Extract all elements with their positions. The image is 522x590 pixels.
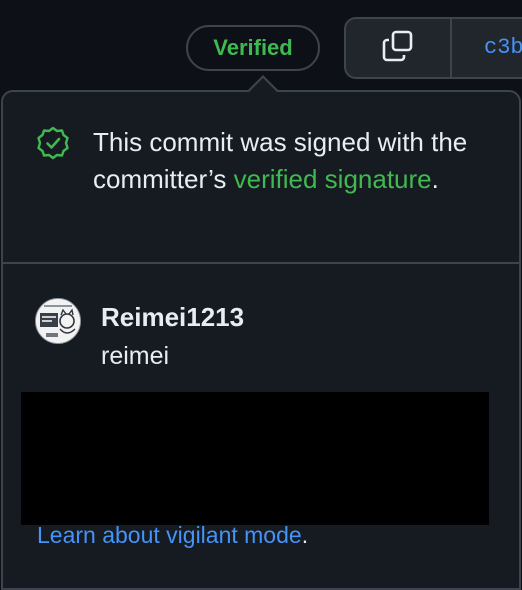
vigilant-mode-note: Learn about vigilant mode.: [37, 522, 308, 549]
verified-shield-icon: [36, 126, 70, 160]
signer-login[interactable]: Reimei1213: [101, 302, 244, 333]
signature-info: This commit was signed with the committe…: [3, 92, 519, 264]
signer-info: Reimei1213 reimei Learn about vigilant m…: [3, 266, 519, 586]
redacted-region: [21, 392, 489, 525]
signature-popover: This commit was signed with the committe…: [1, 90, 521, 590]
avatar[interactable]: [35, 298, 81, 344]
commit-header: Verified c3b This commit was signed with…: [0, 0, 522, 590]
verified-signature-link[interactable]: verified signature: [234, 164, 432, 194]
verified-badge[interactable]: Verified: [186, 25, 320, 71]
popover-caret-fill: [249, 78, 277, 92]
signer-name: reimei: [101, 342, 170, 370]
copy-icon: [381, 29, 415, 68]
commit-sha-link[interactable]: c3b: [452, 19, 522, 77]
commit-actions: c3b: [344, 17, 522, 79]
vigilant-mode-suffix: .: [301, 522, 309, 548]
vigilant-mode-link[interactable]: Learn about vigilant mode: [37, 522, 302, 548]
verified-badge-label: Verified: [213, 35, 293, 60]
copy-sha-button[interactable]: [346, 19, 452, 77]
signature-message-suffix: .: [431, 164, 439, 194]
signature-message: This commit was signed with the committe…: [93, 124, 493, 198]
